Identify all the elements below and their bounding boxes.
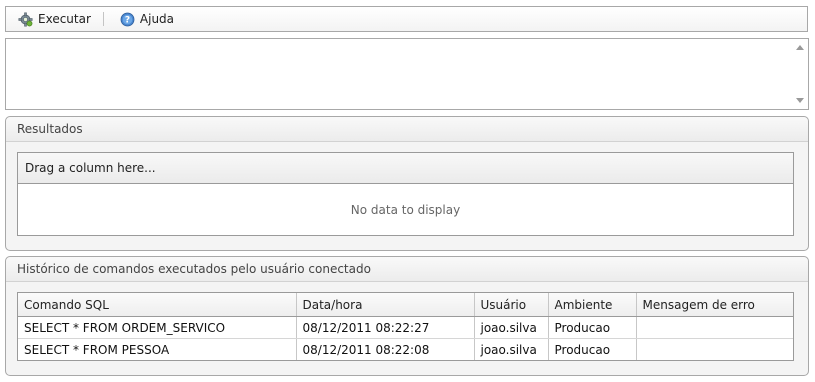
cell-sql-command: SELECT * FROM ORDEM_SERVICO <box>18 316 297 339</box>
toolbar-separator <box>102 12 104 26</box>
gear-icon <box>18 12 33 27</box>
cell-sql-command: SELECT * FROM PESSOA <box>18 338 297 360</box>
sql-editor-container <box>5 38 809 110</box>
history-header-row: Comando SQL Data/hora Usuário Ambiente M… <box>18 293 793 317</box>
history-grid: Comando SQL Data/hora Usuário Ambiente M… <box>17 292 794 361</box>
cell-environment: Producao <box>548 338 637 360</box>
help-button[interactable]: ? Ajuda <box>108 8 180 30</box>
help-label: Ajuda <box>139 12 175 26</box>
empty-message: No data to display <box>350 203 461 217</box>
sql-editor[interactable] <box>6 39 791 109</box>
history-table: Comando SQL Data/hora Usuário Ambiente M… <box>18 293 793 360</box>
results-grid: Drag a column here... No data to display <box>17 152 794 236</box>
column-header-error-message[interactable]: Mensagem de erro <box>636 293 793 317</box>
cell-environment: Producao <box>548 316 637 339</box>
column-header-environment[interactable]: Ambiente <box>548 293 637 317</box>
results-panel-title: Resultados <box>6 117 808 142</box>
results-panel: Resultados Drag a column here... No data… <box>5 116 809 251</box>
scroll-down-arrow-icon[interactable] <box>796 98 804 103</box>
cell-error-message <box>636 339 793 361</box>
cell-datetime: 08/12/2011 08:22:08 <box>296 338 475 360</box>
cell-user: joao.silva <box>474 338 549 360</box>
cell-user: joao.silva <box>474 316 549 339</box>
cell-datetime: 08/12/2011 08:22:27 <box>296 316 475 339</box>
column-header-user[interactable]: Usuário <box>474 293 549 317</box>
execute-label: Executar <box>38 12 91 26</box>
toolbar: Executar ? Ajuda <box>5 6 808 32</box>
scroll-up-arrow-icon[interactable] <box>796 45 804 50</box>
column-header-datetime[interactable]: Data/hora <box>296 293 475 317</box>
group-panel[interactable]: Drag a column here... <box>18 153 793 184</box>
table-row[interactable]: SELECT * FROM ORDEM_SERVICO 08/12/2011 0… <box>18 316 793 339</box>
table-row[interactable]: SELECT * FROM PESSOA 08/12/2011 08:22:08… <box>18 338 793 361</box>
svg-text:?: ? <box>125 15 130 25</box>
history-panel-title: Histórico de comandos executados pelo us… <box>6 257 808 282</box>
history-panel: Histórico de comandos executados pelo us… <box>5 256 809 376</box>
column-header-sql-command[interactable]: Comando SQL <box>18 293 297 317</box>
execute-button[interactable]: Executar <box>6 8 97 30</box>
editor-scrollbar[interactable] <box>792 39 808 109</box>
cell-error-message <box>636 316 793 339</box>
help-icon: ? <box>120 12 135 27</box>
